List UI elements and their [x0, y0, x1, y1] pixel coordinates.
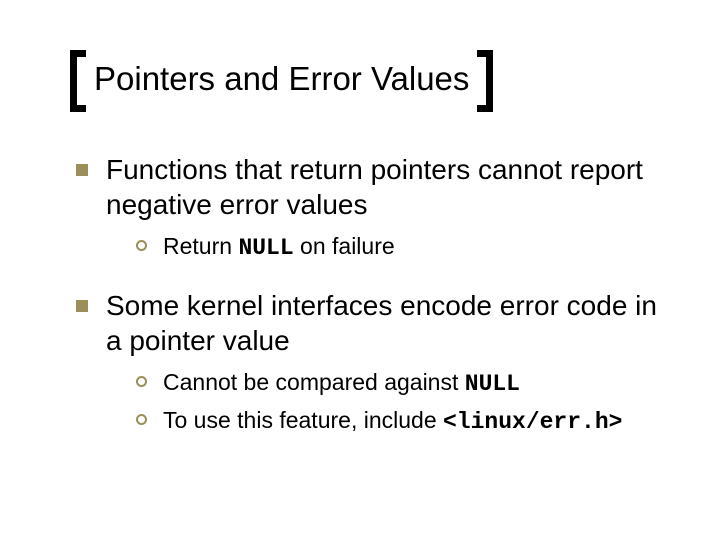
text-run: Cannot be compared against	[163, 369, 465, 395]
sublist-item: Return NULL on failure	[136, 232, 670, 264]
sublist-item-text: Cannot be compared against NULL	[163, 368, 520, 400]
sublist-item-text: Return NULL on failure	[163, 232, 395, 264]
list-item: Some kernel interfaces encode error code…	[76, 288, 670, 358]
slide-title: Pointers and Error Values	[94, 60, 469, 98]
bracket-left-icon	[70, 50, 86, 112]
slide-body: Functions that return pointers cannot re…	[70, 152, 670, 438]
sublist: Return NULL on failure	[136, 232, 670, 264]
bracket-right-icon	[477, 50, 493, 112]
circle-bullet-icon	[136, 414, 147, 425]
code-run: NULL	[465, 371, 520, 397]
text-run: To use this feature, include	[163, 407, 443, 433]
list-item: Functions that return pointers cannot re…	[76, 152, 670, 222]
sublist-item: To use this feature, include <linux/err.…	[136, 406, 670, 438]
square-bullet-icon	[76, 300, 88, 312]
slide: Pointers and Error Values Functions that…	[0, 0, 720, 540]
list-item-text: Functions that return pointers cannot re…	[106, 152, 670, 222]
title-frame: Pointers and Error Values	[70, 50, 493, 112]
text-run: on failure	[294, 233, 395, 259]
code-run: NULL	[238, 235, 293, 261]
circle-bullet-icon	[136, 240, 147, 251]
sublist-item: Cannot be compared against NULL	[136, 368, 670, 400]
list-item-text: Some kernel interfaces encode error code…	[106, 288, 670, 358]
code-run: <linux/err.h>	[443, 409, 622, 435]
sublist-item-text: To use this feature, include <linux/err.…	[163, 406, 622, 438]
text-run: Return	[163, 233, 238, 259]
square-bullet-icon	[76, 164, 88, 176]
circle-bullet-icon	[136, 376, 147, 387]
sublist: Cannot be compared against NULL To use t…	[136, 368, 670, 438]
